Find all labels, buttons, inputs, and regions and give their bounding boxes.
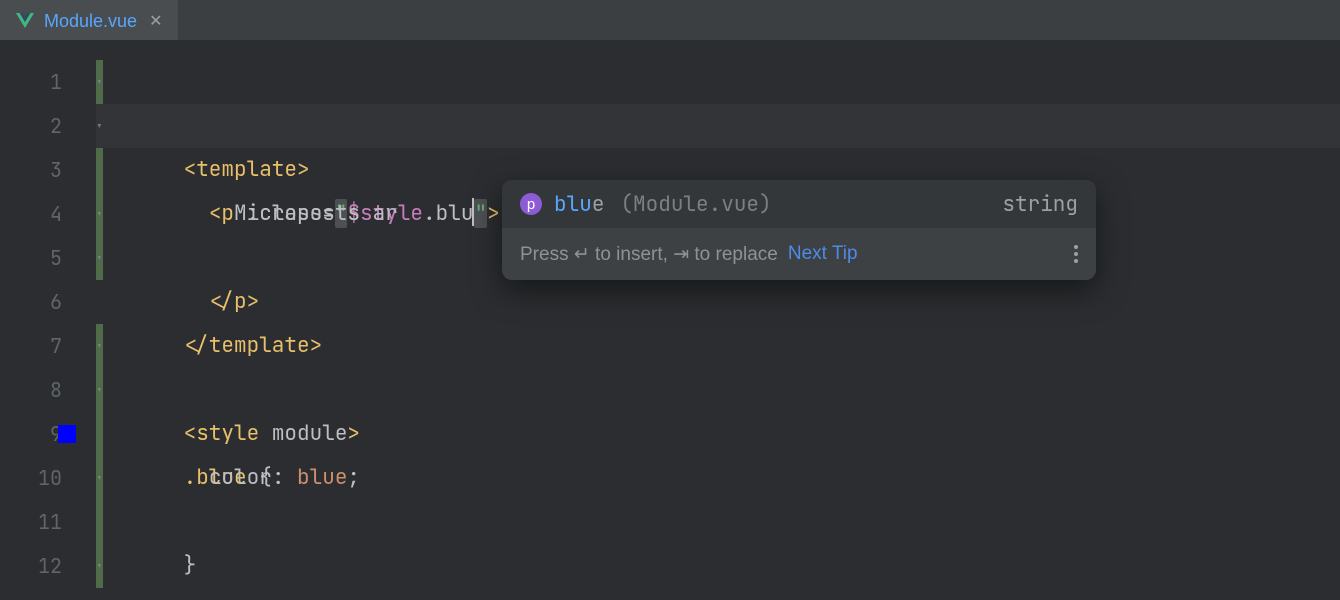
completion-rest: e [592, 191, 605, 218]
fold-icon[interactable]: ▸ [91, 339, 107, 353]
completion-item[interactable]: p blue (Module.vue) string [502, 180, 1096, 228]
editor[interactable]: 1 2 3 4 5 6 7 8 9 10 11 12 ▸ <template> … [0, 40, 1340, 600]
code-line[interactable]: ▸ </style> [96, 544, 1340, 588]
fold-icon[interactable]: ▸ [91, 471, 107, 485]
code-line-active[interactable]: ▸ <p :class="$style.blu"> [96, 104, 1340, 148]
line-number: 6 [0, 280, 96, 324]
more-icon[interactable] [1074, 245, 1078, 263]
completion-match: blu [554, 191, 592, 218]
completion-footer: Press ↵ to insert, ⇥ to replace Next Tip [502, 228, 1096, 280]
fold-icon[interactable]: ▸ [91, 251, 107, 265]
fold-icon[interactable]: ▸ [91, 75, 107, 89]
fold-icon[interactable]: ▸ [91, 119, 107, 133]
code-line[interactable]: ▸ .blue { [96, 368, 1340, 412]
tab-filename: Module.vue [44, 11, 137, 32]
code-line[interactable]: ▸ <style module> [96, 324, 1340, 368]
enter-key-icon: ↵ [574, 244, 590, 265]
tab-bar: Module.vue ✕ [0, 0, 1340, 40]
hint-prefix: Press [520, 244, 574, 265]
completion-name: blue [554, 191, 604, 218]
vue-file-icon [16, 12, 34, 30]
code-line[interactable]: ▸ } [96, 456, 1340, 500]
close-icon[interactable]: ✕ [147, 11, 164, 31]
line-number: 9 [0, 412, 96, 456]
code-line[interactable]: ▸ <template> [96, 60, 1340, 104]
code-line[interactable]: color: blue; [96, 412, 1340, 456]
code-line[interactable] [96, 280, 1340, 324]
hint-mid: to insert, [590, 244, 673, 265]
fold-icon[interactable]: ▸ [91, 207, 107, 221]
fold-icon[interactable]: ▸ [91, 559, 107, 573]
completion-type: string [1002, 191, 1078, 218]
hint-suffix: to replace [689, 244, 778, 265]
hint-text: Press ↵ to insert, ⇥ to replace [520, 243, 778, 266]
code-area[interactable]: ▸ <template> ▸ <p :class="$style.blu"> M… [96, 40, 1340, 600]
color-swatch[interactable] [58, 425, 76, 443]
next-tip-link[interactable]: Next Tip [788, 243, 858, 265]
completion-source: (Module.vue) [620, 191, 771, 218]
property-icon: p [520, 193, 542, 215]
code-line[interactable] [96, 500, 1340, 544]
line-number: 11 [0, 500, 96, 544]
file-tab[interactable]: Module.vue ✕ [0, 0, 178, 40]
completion-popup: p blue (Module.vue) string Press ↵ to in… [502, 180, 1096, 280]
fold-icon[interactable]: ▸ [91, 383, 107, 397]
tab-key-icon: ⇥ [673, 244, 689, 265]
line-number: 3 [0, 148, 96, 192]
